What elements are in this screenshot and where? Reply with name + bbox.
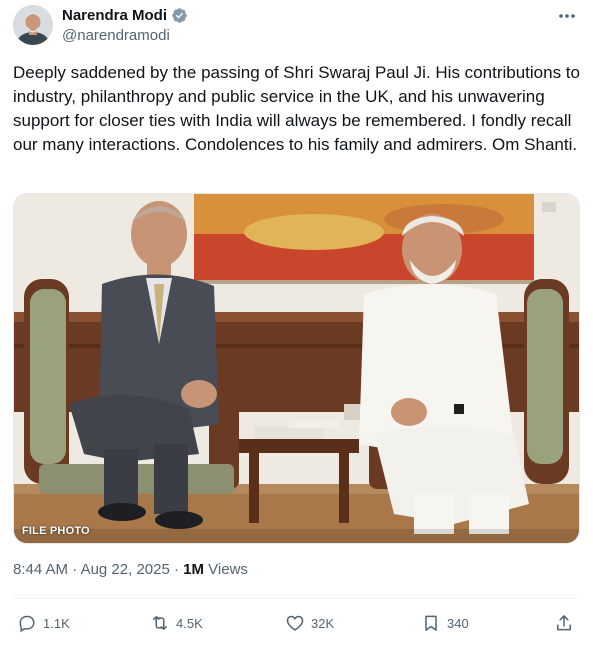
post-time[interactable]: 8:44 AM: [13, 561, 68, 578]
more-options-button[interactable]: [555, 6, 579, 26]
avatar-image: [13, 5, 53, 45]
heart-icon: [286, 615, 304, 631]
like-button[interactable]: 32K: [285, 608, 334, 638]
tweet: Narendra Modi @narendramodi Deeply sadde…: [0, 0, 593, 650]
reply-count: 1.1K: [43, 615, 70, 631]
repost-button[interactable]: 4.5K: [150, 608, 203, 638]
post-meta: 8:44 AM · Aug 22, 2025 · 1M Views: [13, 561, 248, 578]
divider: [13, 598, 578, 599]
repost-count: 4.5K: [176, 615, 203, 631]
meta-separator-2: ·: [169, 561, 184, 578]
bookmark-button[interactable]: 340: [421, 608, 469, 638]
photo-illustration: [14, 194, 579, 543]
author-name-row[interactable]: Narendra Modi: [62, 7, 188, 24]
like-count: 32K: [311, 615, 335, 631]
views-count[interactable]: 1M: [183, 561, 204, 578]
post-text: Deeply saddened by the passing of Shri S…: [13, 63, 580, 154]
more-icon: [559, 14, 575, 18]
bookmark-count: 340: [447, 615, 469, 631]
author-handle[interactable]: @narendramodi: [62, 27, 170, 44]
file-photo-label: FILE PHOTO: [22, 525, 90, 537]
reply-icon: [19, 615, 35, 633]
author-display-name[interactable]: Narendra Modi: [62, 7, 167, 24]
meta-separator: ·: [68, 561, 81, 578]
post-date[interactable]: Aug 22, 2025: [81, 561, 170, 578]
post-photo[interactable]: FILE PHOTO: [13, 193, 580, 544]
verified-badge-icon: [172, 8, 187, 23]
share-button[interactable]: [554, 608, 574, 638]
views-label: Views: [204, 561, 248, 578]
reply-button[interactable]: 1.1K: [17, 608, 70, 638]
share-icon: [557, 615, 571, 631]
avatar[interactable]: [13, 5, 53, 45]
action-bar: 1.1K 4.5K 32K 340: [0, 608, 593, 638]
repost-icon: [153, 616, 167, 630]
bookmark-icon: [425, 615, 437, 631]
